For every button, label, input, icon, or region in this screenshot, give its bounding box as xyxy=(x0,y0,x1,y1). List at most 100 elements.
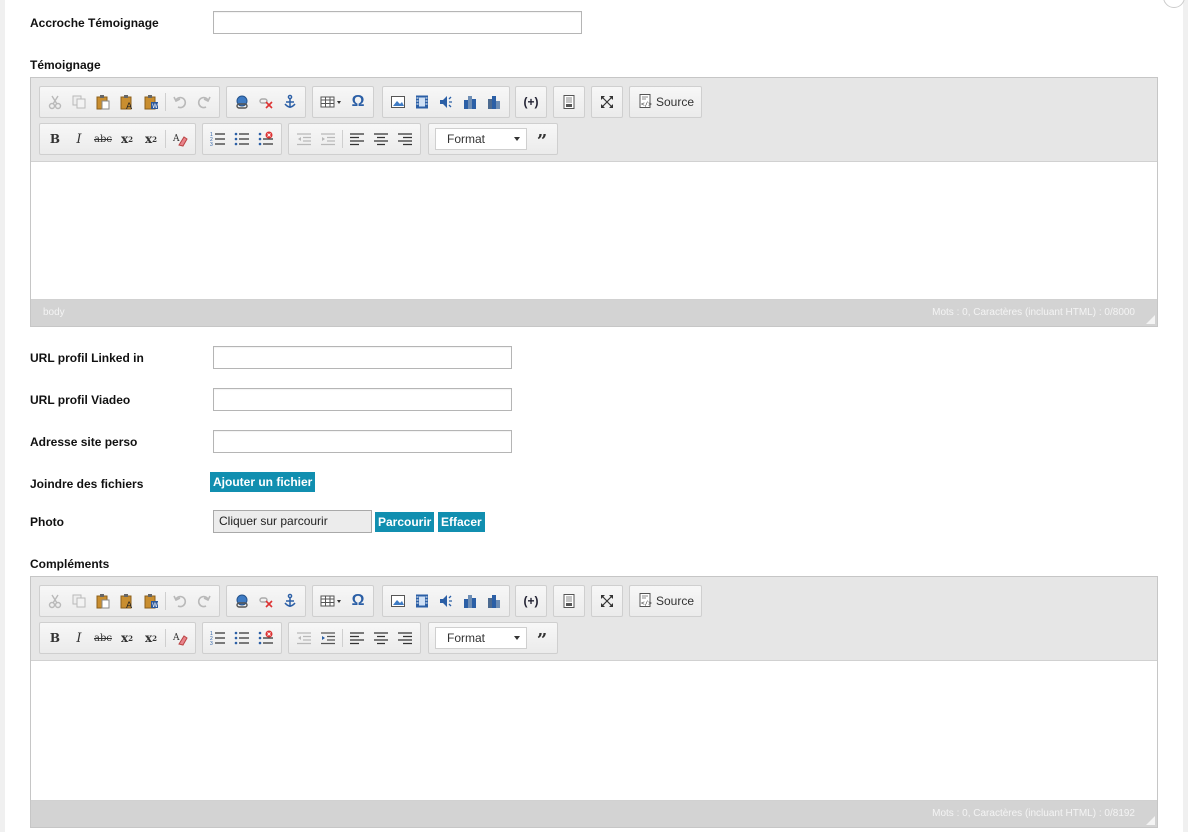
paste-word-icon[interactable]: W xyxy=(139,589,163,613)
remove-format-icon[interactable]: A xyxy=(168,626,192,650)
copy-icon[interactable] xyxy=(67,589,91,613)
blockquote-icon[interactable]: ” xyxy=(530,127,554,152)
flash-icon[interactable] xyxy=(482,589,506,613)
strike-icon[interactable]: abc xyxy=(91,626,115,650)
add-file-button[interactable]: Ajouter un fichier xyxy=(210,472,316,492)
align-right-icon[interactable] xyxy=(393,127,417,151)
source-button[interactable]: </> Source xyxy=(633,589,698,613)
complements-content-area[interactable] xyxy=(31,660,1157,801)
template-icon[interactable] xyxy=(557,589,581,613)
superscript-icon[interactable]: x2 xyxy=(139,127,163,151)
linkedin-input[interactable] xyxy=(213,346,512,369)
photo-filename-field[interactable]: Cliquer sur parcourir xyxy=(213,510,372,533)
table-icon[interactable] xyxy=(316,589,346,613)
paste-text-icon[interactable]: A xyxy=(115,589,139,613)
strike-icon[interactable]: abc xyxy=(91,127,115,151)
undo-icon[interactable] xyxy=(168,589,192,613)
special-char-icon[interactable]: Ω xyxy=(346,589,370,613)
audio-icon[interactable] xyxy=(434,90,458,114)
toolbar-separator xyxy=(342,629,343,647)
anchor-icon[interactable] xyxy=(278,589,302,613)
link-icon[interactable] xyxy=(230,90,254,114)
clear-button[interactable]: Effacer xyxy=(438,512,485,532)
source-button[interactable]: </> Source xyxy=(633,90,698,114)
remove-list-icon[interactable] xyxy=(254,626,278,650)
list-group: 123 xyxy=(202,622,282,654)
numbered-list-icon[interactable]: 123 xyxy=(206,127,230,151)
align-center-icon[interactable] xyxy=(369,626,393,650)
maximize-icon[interactable] xyxy=(595,90,619,114)
temoignage-content-area[interactable] xyxy=(31,161,1157,300)
italic-icon[interactable]: I xyxy=(67,127,91,151)
outdent-icon[interactable] xyxy=(292,127,316,151)
video-icon[interactable] xyxy=(410,90,434,114)
copy-icon[interactable] xyxy=(67,90,91,114)
flash-icon[interactable] xyxy=(458,90,482,114)
viadeo-input[interactable] xyxy=(213,388,512,411)
word-counter: Mots : 0, Caractères (incluant HTML) : 0… xyxy=(932,307,1135,318)
flash-icon[interactable] xyxy=(482,90,506,114)
bold-icon[interactable]: B xyxy=(43,127,67,151)
plugin-icon[interactable]: (+) xyxy=(519,90,543,114)
image-icon[interactable] xyxy=(386,90,410,114)
resize-handle[interactable] xyxy=(1146,816,1155,825)
paste-word-icon[interactable]: W xyxy=(139,90,163,114)
template-icon[interactable] xyxy=(557,90,581,114)
paste-icon[interactable] xyxy=(91,90,115,114)
anchor-icon[interactable] xyxy=(278,90,302,114)
redo-icon[interactable] xyxy=(192,90,216,114)
video-icon[interactable] xyxy=(410,589,434,613)
indent-align-group xyxy=(288,622,421,654)
accroche-input[interactable] xyxy=(213,11,582,34)
unlink-icon[interactable] xyxy=(254,589,278,613)
cut-icon[interactable] xyxy=(43,589,67,613)
bold-icon[interactable]: B xyxy=(43,626,67,650)
numbered-list-icon[interactable]: 123 xyxy=(206,626,230,650)
flash-icon[interactable] xyxy=(458,589,482,613)
svg-text:3: 3 xyxy=(210,641,213,646)
align-left-icon[interactable] xyxy=(345,626,369,650)
table-icon[interactable] xyxy=(316,90,346,114)
italic-icon[interactable]: I xyxy=(67,626,91,650)
outdent-icon[interactable] xyxy=(292,626,316,650)
format-dropdown[interactable]: Format xyxy=(435,627,527,649)
align-center-icon[interactable] xyxy=(369,127,393,151)
redo-icon[interactable] xyxy=(192,589,216,613)
browse-button[interactable]: Parcourir xyxy=(375,512,435,532)
cut-icon[interactable] xyxy=(43,90,67,114)
source-label: Source xyxy=(656,594,695,608)
remove-list-icon[interactable] xyxy=(254,127,278,151)
indent-icon[interactable] xyxy=(316,127,340,151)
bullet-list-icon[interactable] xyxy=(230,626,254,650)
complements-label: Compléments xyxy=(30,557,110,571)
subscript-icon[interactable]: x2 xyxy=(115,626,139,650)
accroche-label: Accroche Témoignage xyxy=(30,16,159,30)
blockquote-icon[interactable]: ” xyxy=(530,626,554,651)
paste-text-icon[interactable]: A xyxy=(115,90,139,114)
maximize-icon[interactable] xyxy=(595,589,619,613)
close-corner[interactable] xyxy=(1163,0,1185,8)
undo-icon[interactable] xyxy=(168,90,192,114)
bullet-list-icon[interactable] xyxy=(230,127,254,151)
special-char-icon[interactable]: Ω xyxy=(346,90,370,114)
subscript-icon[interactable]: x2 xyxy=(115,127,139,151)
photo-label: Photo xyxy=(30,515,64,529)
remove-format-icon[interactable]: A xyxy=(168,127,192,151)
unlink-icon[interactable] xyxy=(254,90,278,114)
site-perso-input[interactable] xyxy=(213,430,512,453)
align-left-icon[interactable] xyxy=(345,127,369,151)
indent-icon[interactable] xyxy=(316,626,340,650)
image-icon[interactable] xyxy=(386,589,410,613)
svg-text:</>: </> xyxy=(641,101,652,108)
superscript-icon[interactable]: x2 xyxy=(139,626,163,650)
paste-icon[interactable] xyxy=(91,589,115,613)
link-icon[interactable] xyxy=(230,589,254,613)
plugin-icon[interactable]: (+) xyxy=(519,589,543,613)
format-dropdown[interactable]: Format xyxy=(435,128,527,150)
element-path[interactable]: body xyxy=(43,307,65,318)
align-right-icon[interactable] xyxy=(393,626,417,650)
audio-icon[interactable] xyxy=(434,589,458,613)
svg-text:A: A xyxy=(126,102,133,110)
resize-handle[interactable] xyxy=(1146,315,1155,324)
complements-editor: A W Ω (+) </> Source B I abc x 2 x 2 A 1… xyxy=(30,576,1158,828)
